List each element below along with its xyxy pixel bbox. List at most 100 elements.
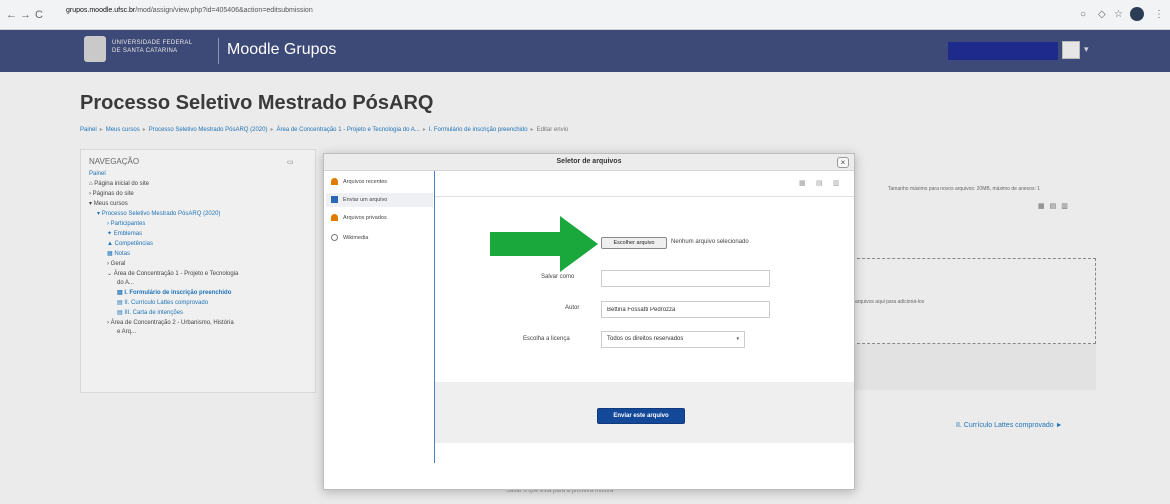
repo-label: Enviar um arquivo	[343, 197, 388, 203]
extension-icon[interactable]: ◇	[1098, 9, 1106, 20]
user-name-redacted[interactable]	[948, 42, 1058, 60]
navbar-divider	[218, 38, 219, 64]
nav-label: Emblemas	[113, 231, 143, 237]
breadcrumb-item[interactable]: I. Formulário de inscrição preenchido	[429, 127, 528, 133]
drop-zone-text: arquivos aqui para adicioná-los	[855, 299, 925, 305]
list-view-icon[interactable]: ▤	[816, 179, 823, 187]
dialog-header: Seletor de arquivos ×	[324, 154, 854, 171]
back-icon[interactable]: ←	[6, 9, 17, 21]
breadcrumb-separator: ▸	[270, 127, 274, 133]
repo-wikimedia[interactable]: Wikimedia	[331, 234, 368, 241]
nav-item-badges[interactable]: ✦ Emblemas	[107, 230, 142, 238]
file-picker-dialog: Seletor de arquivos × Arquivos recentes …	[323, 153, 855, 490]
nav-label: Participantes	[110, 221, 146, 227]
nav-label: Meus cursos	[93, 201, 128, 207]
nav-label: Competências	[114, 241, 153, 247]
no-file-selected-text: Nenhum arquivo selecionado	[671, 239, 749, 245]
profile-avatar[interactable]	[1130, 7, 1144, 21]
nav-item-my-courses[interactable]: ▾ Meus cursos	[89, 200, 128, 208]
save-as-label: Salvar como	[541, 274, 575, 280]
page-title: Processo Seletivo Mestrado PósARQ	[80, 92, 434, 114]
license-label: Escolha a licença	[523, 336, 570, 342]
url-domain: grupos.moodle.ufsc.br	[66, 7, 136, 14]
private-files-icon	[331, 214, 338, 221]
navigation-block: NAVEGAÇÃO ▭ Painel ⌂ Página inicial do s…	[80, 149, 316, 393]
dock-block-icon[interactable]: ▭	[287, 158, 294, 166]
logo-line-1: UNIVERSIDADE FEDERAL	[112, 40, 193, 46]
nav-item-general[interactable]: › Geral	[107, 260, 125, 268]
author-input[interactable]	[601, 301, 770, 318]
browser-toolbar: ← → C grupos.moodle.ufsc.br/mod/assign/v…	[0, 0, 1170, 30]
breadcrumb-separator: ▸	[99, 127, 103, 133]
view-mode-icons[interactable]: ▦▤▥	[1038, 202, 1073, 210]
site-brand[interactable]: Moodle Grupos	[227, 41, 336, 59]
breadcrumb-current: Editar envio	[536, 127, 569, 133]
navigation-header: NAVEGAÇÃO	[89, 157, 140, 166]
breadcrumb-item[interactable]: Painel	[80, 127, 97, 133]
dialog-footer: Enviar este arquivo	[435, 382, 854, 443]
save-as-input[interactable]	[601, 270, 770, 287]
menu-icon[interactable]: ⋮	[1154, 9, 1164, 20]
address-bar[interactable]: grupos.moodle.ufsc.br/mod/assign/view.ph…	[66, 7, 313, 14]
nav-item-form-current[interactable]: ▤ I. Formulário de inscrição preenchido	[117, 289, 231, 297]
tree-view-icon[interactable]: ▥	[833, 179, 840, 187]
license-select[interactable]: Todos os direitos reservados ▾	[601, 331, 745, 348]
nav-item-grades[interactable]: ▦ Notas	[107, 250, 130, 258]
choose-file-button[interactable]: Escolher arquivo	[601, 237, 667, 249]
logo-line-2: DE SANTA CATARINA	[112, 48, 178, 54]
icon-view-icon[interactable]: ▦	[799, 179, 806, 187]
nav-item-participants[interactable]: › Participantes	[107, 220, 145, 228]
university-logo-text[interactable]: UNIVERSIDADE FEDERAL DE SANTA CATARINA	[112, 39, 192, 55]
user-menu-caret-icon[interactable]: ▾	[1084, 44, 1089, 55]
breadcrumb-item[interactable]: Área de Concentração 1 - Projeto e Tecno…	[276, 127, 419, 133]
nav-label: I. Formulário de inscrição preenchido	[124, 290, 232, 296]
nav-item-lattes[interactable]: ▤ II. Currículo Lattes comprovado	[117, 299, 208, 307]
close-icon[interactable]: ×	[837, 157, 849, 168]
license-selected-value: Todos os direitos reservados	[607, 336, 684, 342]
author-label: Autor	[565, 305, 580, 311]
nav-label: II. Currículo Lattes comprovado	[124, 300, 209, 306]
nav-item-area-2-cont[interactable]: e Arq...	[117, 328, 136, 336]
nav-item-competencies[interactable]: ▲ Competências	[107, 240, 153, 248]
upload-file-button[interactable]: Enviar este arquivo	[597, 408, 685, 424]
breadcrumb-separator: ▸	[530, 127, 534, 133]
reload-icon[interactable]: C	[35, 9, 43, 21]
nav-label: III. Carta de intenções	[124, 310, 184, 316]
nav-label: Páginas do site	[92, 191, 134, 197]
next-activity-link[interactable]: II. Currículo Lattes comprovado ►	[956, 422, 1063, 429]
breadcrumb-item[interactable]: Processo Seletivo Mestrado PósARQ (2020)	[149, 127, 268, 133]
bookmark-icon[interactable]: ☆	[1114, 9, 1123, 20]
repo-private-files[interactable]: Arquivos privados	[331, 214, 387, 221]
user-avatar[interactable]	[1062, 41, 1080, 59]
repo-recent-files[interactable]: Arquivos recentes	[331, 178, 387, 185]
nav-item-area-1[interactable]: ⌄ Área de Concentração 1 - Projeto e Tec…	[107, 270, 238, 278]
nav-item-site-pages[interactable]: › Páginas do site	[89, 190, 134, 198]
chevron-down-icon: ▾	[736, 336, 739, 342]
nav-item-course[interactable]: ▾ Processo Seletivo Mestrado PósARQ (202…	[97, 210, 220, 218]
file-picker-content: ▦ ▤ ▥ Escolher arquivo Nenhum arquivo se…	[434, 171, 854, 463]
zoom-icon[interactable]: ○	[1080, 9, 1086, 20]
drop-zone[interactable]: arquivos aqui para adicioná-los	[852, 258, 1096, 344]
green-arrow-icon	[490, 216, 598, 272]
form-background-panel	[852, 344, 1096, 390]
nav-item-area-2[interactable]: › Área de Concentração 2 - Urbanismo, Hi…	[107, 319, 234, 327]
nav-label: Página inicial do site	[94, 181, 149, 187]
nav-item-area-1-cont[interactable]: do A...	[117, 279, 134, 287]
repo-label: Arquivos privados	[343, 214, 387, 221]
repo-label: Wikimedia	[343, 234, 369, 241]
nav-label: Processo Seletivo Mestrado PósARQ (2020)	[101, 211, 221, 217]
breadcrumb-item[interactable]: Meus cursos	[106, 127, 140, 133]
repo-upload-file[interactable]: Enviar um arquivo	[326, 193, 433, 207]
content-toolbar: ▦ ▤ ▥	[435, 171, 854, 197]
nav-item-site-home[interactable]: ⌂ Página inicial do site	[89, 180, 149, 188]
recent-files-icon	[331, 178, 338, 185]
breadcrumb: Painel ▸ Meus cursos ▸ Processo Seletivo Mes…	[80, 126, 568, 133]
nav-label: Área de Concentração 2 - Urbanismo, Hist…	[110, 320, 234, 326]
breadcrumb-separator: ▸	[422, 127, 426, 133]
nav-item-dashboard[interactable]: Painel	[89, 170, 106, 178]
forward-icon[interactable]: →	[20, 9, 31, 21]
university-crest-icon[interactable]	[84, 36, 106, 62]
max-size-hint: Tamanho máximo para novos arquivos: 20MB…	[888, 186, 1041, 192]
nav-item-letter[interactable]: ▤ III. Carta de intenções	[117, 309, 183, 317]
url-path: /mod/assign/view.php?id=405406&action=ed…	[135, 7, 313, 14]
